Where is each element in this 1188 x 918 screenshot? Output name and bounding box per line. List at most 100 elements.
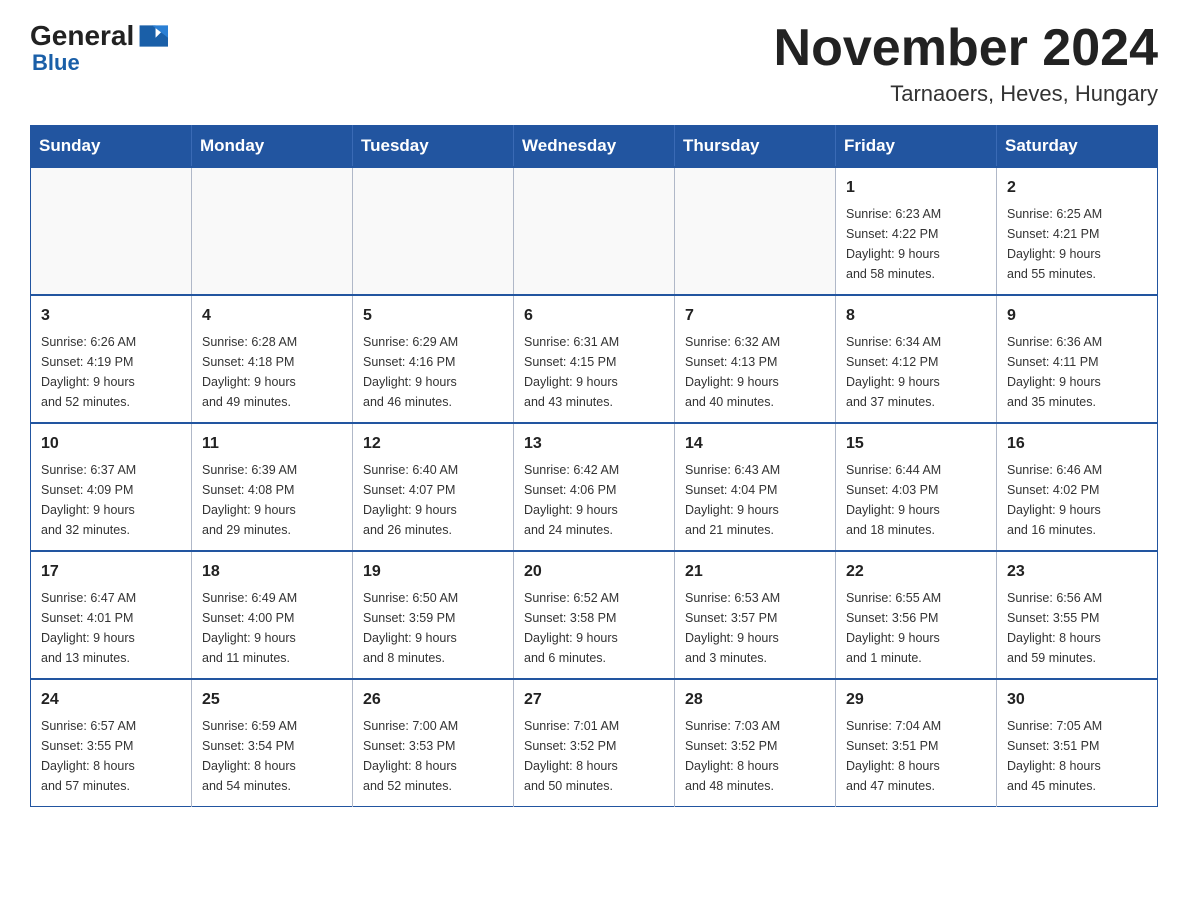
calendar-cell: 6 Sunrise: 6:31 AM Sunset: 4:15 PM Daylig…: [514, 295, 675, 423]
day-number: 20: [524, 560, 664, 584]
logo-general-text: General: [30, 22, 134, 50]
calendar-table: SundayMondayTuesdayWednesdayThursdayFrid…: [30, 125, 1158, 807]
calendar-cell: 26 Sunrise: 7:00 AM Sunset: 3:53 PM Dayli…: [353, 679, 514, 807]
calendar-cell: 28 Sunrise: 7:03 AM Sunset: 3:52 PM Dayli…: [675, 679, 836, 807]
calendar-cell: [353, 167, 514, 295]
day-number: 21: [685, 560, 825, 584]
calendar-cell: [675, 167, 836, 295]
day-info: Sunrise: 7:03 AM Sunset: 3:52 PM Dayligh…: [685, 716, 825, 796]
calendar-cell: 1 Sunrise: 6:23 AM Sunset: 4:22 PM Daylig…: [836, 167, 997, 295]
title-section: November 2024 Tarnaoers, Heves, Hungary: [774, 20, 1158, 107]
day-number: 26: [363, 688, 503, 712]
day-number: 2: [1007, 176, 1147, 200]
weekday-header-friday: Friday: [836, 126, 997, 168]
day-info: Sunrise: 6:31 AM Sunset: 4:15 PM Dayligh…: [524, 332, 664, 412]
day-info: Sunrise: 6:59 AM Sunset: 3:54 PM Dayligh…: [202, 716, 342, 796]
day-info: Sunrise: 6:52 AM Sunset: 3:58 PM Dayligh…: [524, 588, 664, 668]
calendar-cell: 17Sunrise: 6:47 AM Sunset: 4:01 PM Dayli…: [31, 551, 192, 679]
day-number: 3: [41, 304, 181, 328]
calendar-cell: 22 Sunrise: 6:55 AM Sunset: 3:56 PM Dayli…: [836, 551, 997, 679]
day-info: Sunrise: 6:23 AM Sunset: 4:22 PM Dayligh…: [846, 204, 986, 284]
weekday-header-monday: Monday: [192, 126, 353, 168]
calendar-week-row: 1 Sunrise: 6:23 AM Sunset: 4:22 PM Daylig…: [31, 167, 1158, 295]
calendar-cell: 9 Sunrise: 6:36 AM Sunset: 4:11 PM Daylig…: [997, 295, 1158, 423]
day-info: Sunrise: 6:37 AM Sunset: 4:09 PM Dayligh…: [41, 460, 181, 540]
month-title: November 2024: [774, 20, 1158, 77]
weekday-header-thursday: Thursday: [675, 126, 836, 168]
calendar-cell: 27 Sunrise: 7:01 AM Sunset: 3:52 PM Dayli…: [514, 679, 675, 807]
calendar-cell: 23 Sunrise: 6:56 AM Sunset: 3:55 PM Dayli…: [997, 551, 1158, 679]
day-number: 19: [363, 560, 503, 584]
calendar-cell: 13 Sunrise: 6:42 AM Sunset: 4:06 PM Dayli…: [514, 423, 675, 551]
calendar-cell: 4 Sunrise: 6:28 AM Sunset: 4:18 PM Daylig…: [192, 295, 353, 423]
day-number: 29: [846, 688, 986, 712]
calendar-cell: 8 Sunrise: 6:34 AM Sunset: 4:12 PM Daylig…: [836, 295, 997, 423]
calendar-cell: 24Sunrise: 6:57 AM Sunset: 3:55 PM Dayli…: [31, 679, 192, 807]
day-info: Sunrise: 6:42 AM Sunset: 4:06 PM Dayligh…: [524, 460, 664, 540]
day-info: Sunrise: 6:47 AM Sunset: 4:01 PM Dayligh…: [41, 588, 181, 668]
day-info: Sunrise: 6:25 AM Sunset: 4:21 PM Dayligh…: [1007, 204, 1147, 284]
day-number: 22: [846, 560, 986, 584]
day-number: 9: [1007, 304, 1147, 328]
day-info: Sunrise: 6:40 AM Sunset: 4:07 PM Dayligh…: [363, 460, 503, 540]
calendar-cell: 5 Sunrise: 6:29 AM Sunset: 4:16 PM Daylig…: [353, 295, 514, 423]
calendar-week-row: 3Sunrise: 6:26 AM Sunset: 4:19 PM Daylig…: [31, 295, 1158, 423]
day-info: Sunrise: 6:46 AM Sunset: 4:02 PM Dayligh…: [1007, 460, 1147, 540]
day-number: 8: [846, 304, 986, 328]
day-info: Sunrise: 7:01 AM Sunset: 3:52 PM Dayligh…: [524, 716, 664, 796]
day-number: 23: [1007, 560, 1147, 584]
day-number: 18: [202, 560, 342, 584]
day-info: Sunrise: 6:56 AM Sunset: 3:55 PM Dayligh…: [1007, 588, 1147, 668]
day-number: 27: [524, 688, 664, 712]
calendar-cell: 3Sunrise: 6:26 AM Sunset: 4:19 PM Daylig…: [31, 295, 192, 423]
day-number: 24: [41, 688, 181, 712]
day-number: 11: [202, 432, 342, 456]
day-number: 25: [202, 688, 342, 712]
logo: General Blue: [30, 20, 168, 74]
day-info: Sunrise: 6:50 AM Sunset: 3:59 PM Dayligh…: [363, 588, 503, 668]
weekday-header-saturday: Saturday: [997, 126, 1158, 168]
day-number: 10: [41, 432, 181, 456]
calendar-cell: 25 Sunrise: 6:59 AM Sunset: 3:54 PM Dayli…: [192, 679, 353, 807]
day-number: 5: [363, 304, 503, 328]
day-number: 4: [202, 304, 342, 328]
calendar-cell: 14 Sunrise: 6:43 AM Sunset: 4:04 PM Dayli…: [675, 423, 836, 551]
calendar-week-row: 24Sunrise: 6:57 AM Sunset: 3:55 PM Dayli…: [31, 679, 1158, 807]
day-number: 7: [685, 304, 825, 328]
weekday-header-tuesday: Tuesday: [353, 126, 514, 168]
calendar-cell: 20 Sunrise: 6:52 AM Sunset: 3:58 PM Dayli…: [514, 551, 675, 679]
day-number: 1: [846, 176, 986, 200]
calendar-cell: 18Sunrise: 6:49 AM Sunset: 4:00 PM Dayli…: [192, 551, 353, 679]
day-number: 6: [524, 304, 664, 328]
day-number: 28: [685, 688, 825, 712]
day-number: 12: [363, 432, 503, 456]
day-info: Sunrise: 6:43 AM Sunset: 4:04 PM Dayligh…: [685, 460, 825, 540]
day-info: Sunrise: 7:05 AM Sunset: 3:51 PM Dayligh…: [1007, 716, 1147, 796]
day-info: Sunrise: 7:04 AM Sunset: 3:51 PM Dayligh…: [846, 716, 986, 796]
day-info: Sunrise: 6:36 AM Sunset: 4:11 PM Dayligh…: [1007, 332, 1147, 412]
day-info: Sunrise: 6:34 AM Sunset: 4:12 PM Dayligh…: [846, 332, 986, 412]
day-number: 15: [846, 432, 986, 456]
calendar-cell: 2 Sunrise: 6:25 AM Sunset: 4:21 PM Daylig…: [997, 167, 1158, 295]
day-number: 13: [524, 432, 664, 456]
day-info: Sunrise: 7:00 AM Sunset: 3:53 PM Dayligh…: [363, 716, 503, 796]
calendar-header-row: SundayMondayTuesdayWednesdayThursdayFrid…: [31, 126, 1158, 168]
day-info: Sunrise: 6:28 AM Sunset: 4:18 PM Dayligh…: [202, 332, 342, 412]
day-number: 16: [1007, 432, 1147, 456]
calendar-cell: 16 Sunrise: 6:46 AM Sunset: 4:02 PM Dayli…: [997, 423, 1158, 551]
day-info: Sunrise: 6:55 AM Sunset: 3:56 PM Dayligh…: [846, 588, 986, 668]
calendar-cell: 7Sunrise: 6:32 AM Sunset: 4:13 PM Daylig…: [675, 295, 836, 423]
day-info: Sunrise: 6:44 AM Sunset: 4:03 PM Dayligh…: [846, 460, 986, 540]
weekday-header-wednesday: Wednesday: [514, 126, 675, 168]
calendar-cell: [192, 167, 353, 295]
day-number: 30: [1007, 688, 1147, 712]
calendar-cell: 15 Sunrise: 6:44 AM Sunset: 4:03 PM Dayli…: [836, 423, 997, 551]
day-info: Sunrise: 6:39 AM Sunset: 4:08 PM Dayligh…: [202, 460, 342, 540]
day-number: 14: [685, 432, 825, 456]
day-info: Sunrise: 6:53 AM Sunset: 3:57 PM Dayligh…: [685, 588, 825, 668]
calendar-cell: 30 Sunrise: 7:05 AM Sunset: 3:51 PM Dayli…: [997, 679, 1158, 807]
logo-blue-text: Blue: [32, 52, 80, 74]
page-header: General Blue November 2024 Tarnaoers, He…: [30, 20, 1158, 107]
day-info: Sunrise: 6:29 AM Sunset: 4:16 PM Dayligh…: [363, 332, 503, 412]
calendar-week-row: 17Sunrise: 6:47 AM Sunset: 4:01 PM Dayli…: [31, 551, 1158, 679]
